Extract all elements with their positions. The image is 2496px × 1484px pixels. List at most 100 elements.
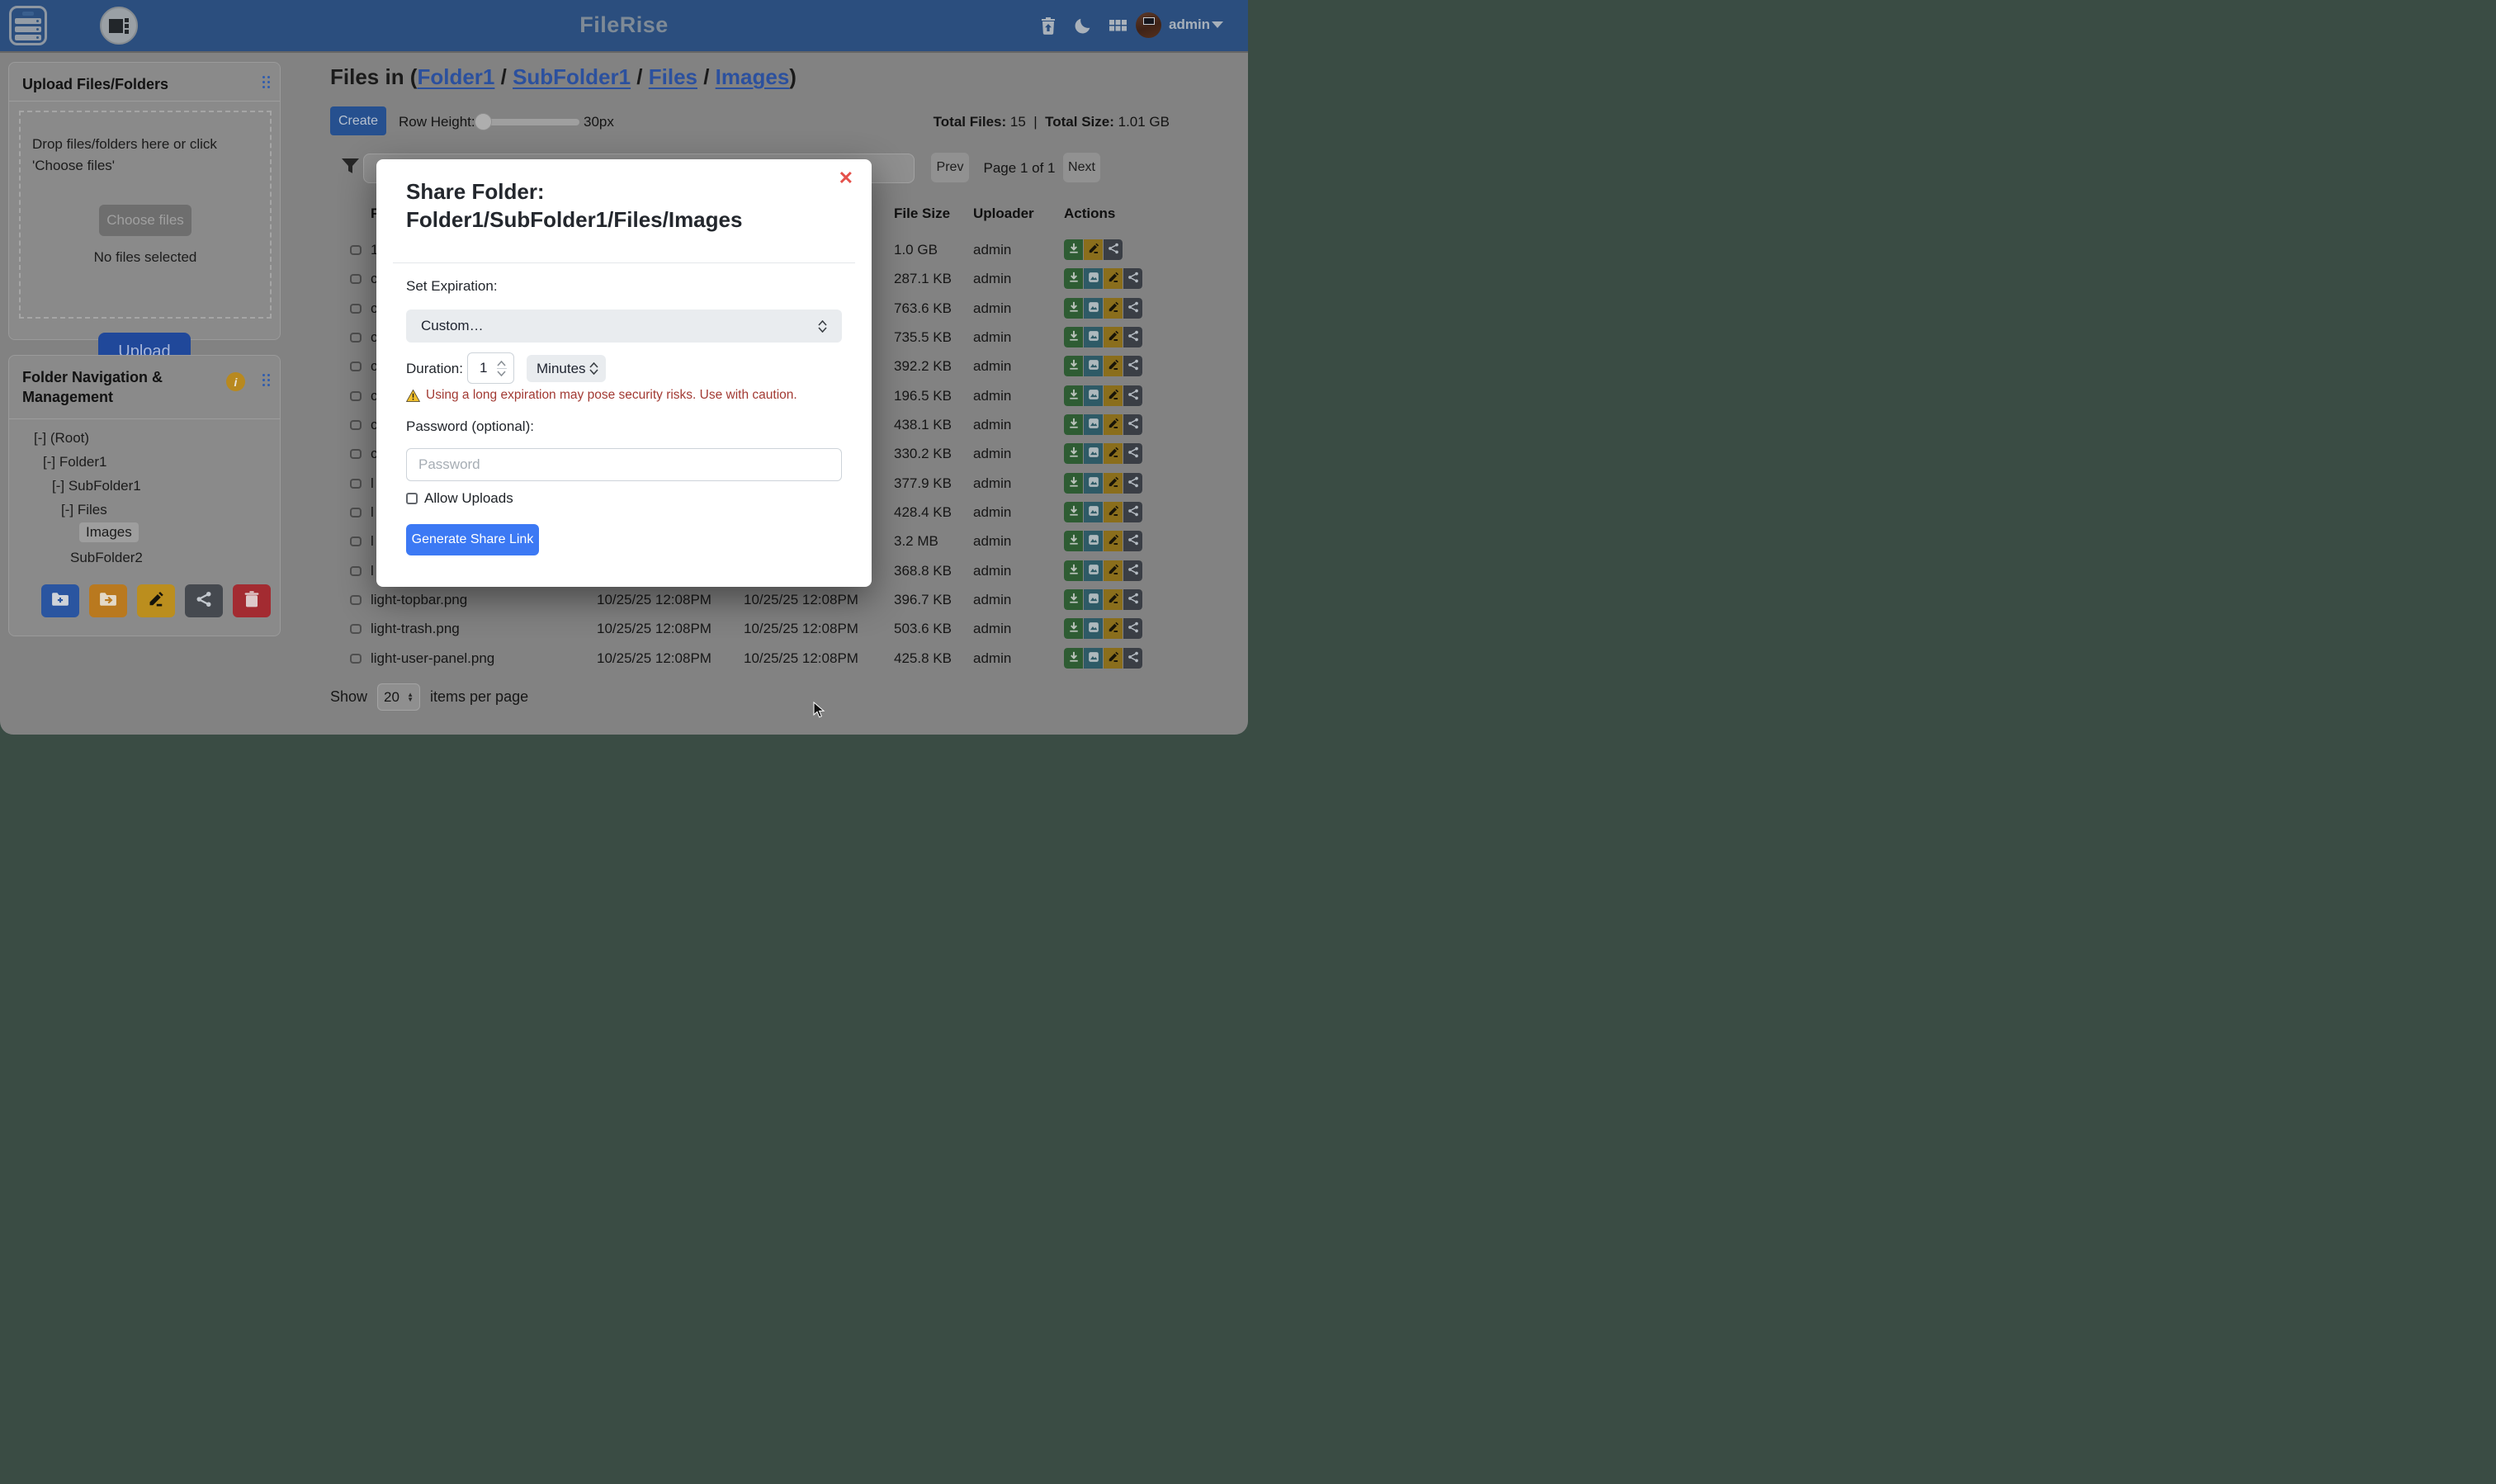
breadcrumb-link[interactable]: Folder1	[417, 64, 494, 89]
row-checkbox[interactable]	[350, 420, 362, 430]
edit-button[interactable]	[1104, 327, 1123, 347]
allow-uploads-checkbox[interactable]	[406, 493, 418, 504]
filter-icon[interactable]	[342, 158, 359, 176]
row-checkbox[interactable]	[350, 362, 362, 371]
edit-button[interactable]	[1104, 618, 1123, 639]
create-button[interactable]: Create	[330, 106, 386, 135]
share-button[interactable]	[1123, 473, 1142, 494]
download-button[interactable]	[1064, 531, 1083, 551]
download-button[interactable]	[1064, 473, 1083, 494]
file-dropzone[interactable]: Drop files/folders here or click 'Choose…	[19, 111, 272, 319]
download-button[interactable]	[1064, 443, 1083, 464]
breadcrumb-link[interactable]: Images	[716, 64, 790, 89]
share-button[interactable]	[1123, 356, 1142, 376]
breadcrumb-link[interactable]: Files	[649, 64, 697, 89]
download-button[interactable]	[1064, 298, 1083, 319]
row-checkbox[interactable]	[350, 274, 362, 284]
preview-button[interactable]	[1084, 648, 1103, 669]
row-checkbox[interactable]	[350, 508, 362, 518]
tree-item[interactable]: Images	[79, 522, 139, 542]
download-button[interactable]	[1064, 618, 1083, 639]
download-button[interactable]	[1064, 648, 1083, 669]
password-field[interactable]	[406, 448, 842, 481]
next-page-button[interactable]: Next	[1063, 153, 1100, 182]
info-icon[interactable]: i	[226, 372, 245, 391]
row-checkbox[interactable]	[350, 624, 362, 634]
row-height-slider[interactable]	[476, 119, 579, 125]
trash-button[interactable]	[233, 584, 271, 617]
download-button[interactable]	[1064, 356, 1083, 376]
choose-files-button[interactable]: Choose files	[99, 205, 191, 236]
edit-button[interactable]	[1104, 560, 1123, 581]
folder-plus-button[interactable]	[41, 584, 79, 617]
duration-input[interactable]: 1	[467, 352, 514, 384]
preview-button[interactable]	[1084, 356, 1103, 376]
file-name[interactable]: light-topbar.png	[371, 592, 597, 608]
preview-button[interactable]	[1084, 560, 1103, 581]
items-per-page-select[interactable]: 20 ▲▼	[377, 683, 420, 711]
edit-button[interactable]	[1104, 589, 1123, 610]
download-button[interactable]	[1064, 414, 1083, 435]
moon-icon[interactable]	[1073, 16, 1093, 35]
tree-item[interactable]: [-] SubFolder1	[52, 478, 141, 494]
folder-move-button[interactable]	[89, 584, 127, 617]
download-button[interactable]	[1064, 385, 1083, 406]
edit-button[interactable]	[1104, 648, 1123, 669]
edit-button[interactable]	[1104, 531, 1123, 551]
trash-restore-icon[interactable]	[1038, 16, 1058, 35]
file-name[interactable]: light-trash.png	[371, 621, 597, 637]
row-checkbox[interactable]	[350, 595, 362, 605]
share-button[interactable]	[1123, 648, 1142, 669]
share-button[interactable]	[1123, 268, 1142, 289]
edit-button[interactable]	[1104, 414, 1123, 435]
duration-unit-select[interactable]: Minutes	[527, 355, 606, 382]
row-checkbox[interactable]	[350, 333, 362, 343]
grid-icon[interactable]	[1108, 16, 1127, 35]
expiration-select[interactable]: Custom…	[406, 310, 842, 343]
preview-button[interactable]	[1084, 618, 1103, 639]
preview-button[interactable]	[1084, 385, 1103, 406]
pencil-button[interactable]	[137, 584, 175, 617]
preview-button[interactable]	[1084, 268, 1103, 289]
edit-button[interactable]	[1104, 385, 1123, 406]
share-button[interactable]	[185, 584, 223, 617]
preview-button[interactable]	[1084, 414, 1103, 435]
download-button[interactable]	[1064, 327, 1083, 347]
header-uploader[interactable]: Uploader	[973, 206, 1064, 222]
download-button[interactable]	[1064, 239, 1083, 260]
preview-button[interactable]	[1084, 443, 1103, 464]
drag-handle-icon[interactable]	[262, 374, 270, 386]
share-button[interactable]	[1123, 531, 1142, 551]
share-button[interactable]	[1123, 502, 1142, 522]
edit-button[interactable]	[1104, 298, 1123, 319]
tree-item[interactable]: SubFolder2	[70, 550, 143, 566]
row-checkbox[interactable]	[350, 654, 362, 664]
row-checkbox[interactable]	[350, 479, 362, 489]
avatar[interactable]	[1136, 12, 1161, 38]
stepper-icon[interactable]	[497, 361, 507, 376]
row-checkbox[interactable]	[350, 245, 362, 255]
preview-button[interactable]	[1084, 531, 1103, 551]
close-x-icon[interactable]: ✕	[839, 168, 853, 189]
share-button[interactable]	[1123, 385, 1142, 406]
breadcrumb-link[interactable]: SubFolder1	[513, 64, 631, 89]
preview-button[interactable]	[1084, 473, 1103, 494]
row-checkbox[interactable]	[350, 449, 362, 459]
tree-item[interactable]: [-] Files	[61, 502, 107, 518]
generate-share-link-button[interactable]: Generate Share Link	[406, 524, 539, 555]
share-button[interactable]	[1123, 327, 1142, 347]
caret-down-icon[interactable]	[1212, 21, 1223, 28]
share-button[interactable]	[1123, 618, 1142, 639]
header-file-size[interactable]: File Size	[894, 206, 973, 222]
tree-item[interactable]: [-] Folder1	[43, 454, 106, 470]
download-button[interactable]	[1064, 560, 1083, 581]
edit-button[interactable]	[1104, 502, 1123, 522]
preview-button[interactable]	[1084, 502, 1103, 522]
share-button[interactable]	[1104, 239, 1123, 260]
share-button[interactable]	[1123, 443, 1142, 464]
prev-page-button[interactable]: Prev	[931, 153, 969, 182]
share-button[interactable]	[1123, 414, 1142, 435]
tree-item[interactable]: [-] (Root)	[34, 430, 89, 447]
file-name[interactable]: light-user-panel.png	[371, 650, 597, 667]
share-button[interactable]	[1123, 560, 1142, 581]
